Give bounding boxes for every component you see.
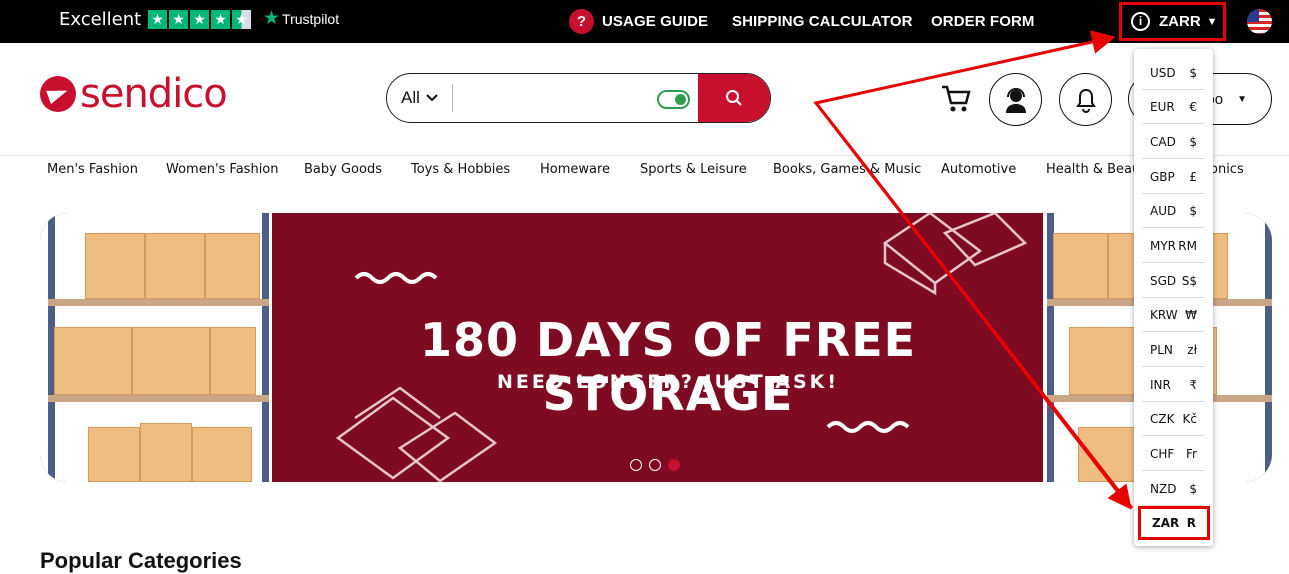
logo-text: sendico [80,71,228,117]
info-icon: i [1131,12,1150,31]
search-bar: All [386,73,771,123]
nav-category-sports-leisure[interactable]: Sports & Leisure [640,162,747,177]
currency-option-eur[interactable]: EUR € [1142,90,1205,124]
chevron-down-icon: ▼ [1206,15,1218,28]
carousel-dots [630,459,680,471]
currency-dropdown: USD $ EUR € CAD $ GBP £ AUD $ MYR RM SGD S$ KRW… [1134,49,1213,546]
carousel-dot[interactable] [630,459,642,471]
support-icon[interactable] [989,73,1042,126]
currency-option-chf[interactable]: CHF Fr [1142,437,1205,471]
help-icon: ? [569,9,594,34]
cart-icon[interactable] [940,83,972,120]
nav-category-electronics[interactable]: onics [1210,162,1244,177]
promo-banner[interactable]: 180 DAYS OF FREE STORAGE NEED LONGER? JU… [40,213,1272,482]
category-nav: Men's Fashion Women's Fashion Baby Goods… [0,162,1289,178]
star-icon: ★ [148,10,167,29]
section-title: Popular Categories [40,548,242,573]
currency-option-czk[interactable]: CZK Kč [1142,402,1205,436]
nav-category-womens-fashion[interactable]: Women's Fashion [166,162,279,177]
search-category-select[interactable]: All [387,84,453,112]
currency-option-cad[interactable]: CAD $ [1142,125,1205,159]
currency-selector-button[interactable]: i ZARR ▼ [1119,2,1226,41]
trustpilot-rating-text: Excellent [59,9,142,30]
nav-category-homeware[interactable]: Homeware [540,162,610,177]
chevron-down-icon [426,94,438,102]
currency-option-inr[interactable]: INR ₹ [1142,368,1205,402]
sendico-logo[interactable]: sendico [40,71,228,117]
nav-category-toys-hobbies[interactable]: Toys & Hobbies [411,162,510,177]
currency-option-krw[interactable]: KRW ₩ [1142,298,1205,332]
nav-category-books-games-music[interactable]: Books, Games & Music [773,162,921,177]
banner-subtitle: NEED LONGER? JUST ASK! [496,371,840,393]
trustpilot-stars[interactable]: ★ ★ ★ ★ ★ [148,10,251,29]
carousel-dot-active[interactable] [668,459,680,471]
order-form-link[interactable]: ORDER FORM [931,13,1035,30]
us-flag-icon[interactable] [1247,9,1272,34]
nav-category-mens-fashion[interactable]: Men's Fashion [47,162,138,177]
currency-option-zar-selected[interactable]: ZAR R [1138,506,1210,540]
usage-guide-link[interactable]: USAGE GUIDE [602,13,708,30]
bird-logo-icon [40,76,76,112]
currency-option-usd[interactable]: USD $ [1142,56,1205,90]
currency-option-myr[interactable]: MYR RM [1142,229,1205,263]
top-bar: Excellent ★ ★ ★ ★ ★ ★ Trustpilot ? USAGE … [0,0,1289,43]
trustpilot-logo[interactable]: ★ Trustpilot [263,8,339,29]
main-header: sendico All bo ▼ [0,43,1289,156]
search-icon [726,90,742,106]
nav-category-automotive[interactable]: Automotive [941,162,1016,177]
currency-option-nzd[interactable]: NZD $ [1142,472,1205,506]
star-icon: ★ [211,10,230,29]
nav-category-baby-goods[interactable]: Baby Goods [304,162,382,177]
currency-option-pln[interactable]: PLN zł [1142,333,1205,367]
star-icon: ★ [263,8,281,29]
currency-option-gbp[interactable]: GBP £ [1142,160,1205,194]
caret-down-icon: ▼ [1237,93,1247,105]
carousel-dot[interactable] [649,459,661,471]
banner-title: 180 DAYS OF FREE STORAGE [419,313,917,421]
half-star-icon: ★ [232,10,251,29]
currency-option-aud[interactable]: AUD $ [1142,194,1205,228]
star-icon: ★ [190,10,209,29]
search-button[interactable] [698,74,770,122]
star-icon: ★ [169,10,188,29]
search-toggle[interactable] [657,90,690,109]
currency-option-sgd[interactable]: SGD S$ [1142,264,1205,298]
currency-selected-label: ZARR [1159,13,1201,30]
shipping-calculator-link[interactable]: SHIPPING CALCULATOR [732,13,913,30]
notification-bell-icon[interactable] [1059,73,1112,126]
